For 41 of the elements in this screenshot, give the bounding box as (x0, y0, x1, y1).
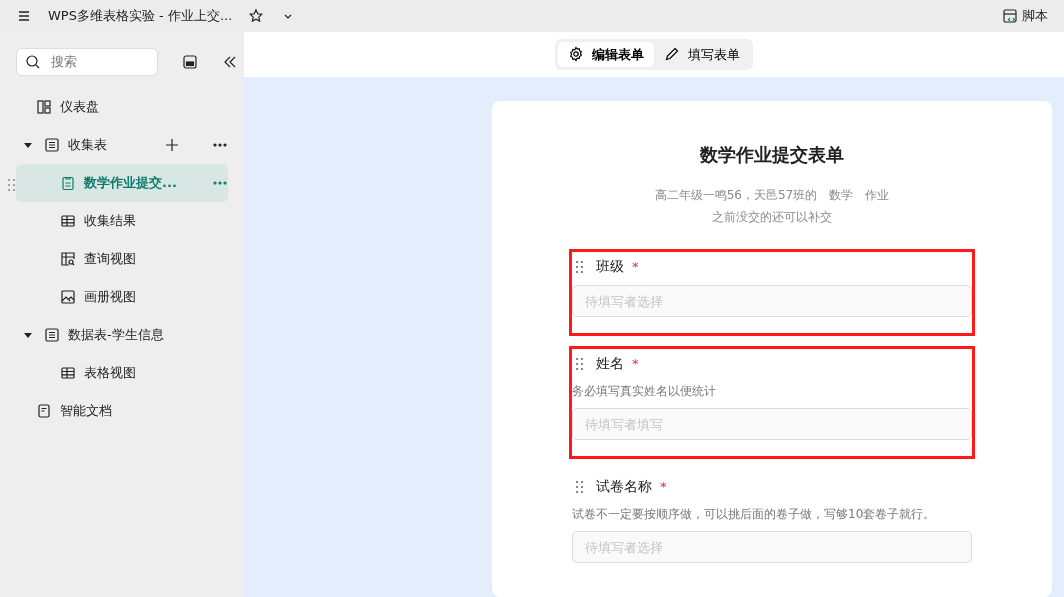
clipboard-icon (60, 174, 76, 191)
mode-tab[interactable]: 填写表单 (654, 41, 750, 68)
search-field[interactable]: 搜索 (16, 47, 158, 76)
sidebar-item[interactable]: 数据表-学生信息 (16, 315, 228, 354)
sidebar-item[interactable]: 表格视图 (16, 353, 228, 392)
field-hint: 务必填写真实姓名以便统计 (572, 383, 717, 401)
field-label: 姓名 (596, 354, 624, 374)
panel-toggle-icon[interactable] (182, 53, 198, 70)
sidebar-item[interactable]: 画册视图 (16, 277, 228, 316)
mode-tab[interactable]: 编辑表单 (558, 41, 654, 68)
settings-icon (568, 46, 584, 63)
script-button[interactable]: 脚本 (1002, 6, 1048, 26)
search-input[interactable]: 搜索 (49, 50, 149, 73)
sidebar-item[interactable]: 智能文档 (16, 391, 228, 430)
form-description: 之前没交的还可以补交 (711, 209, 833, 227)
document-icon (36, 402, 52, 419)
required-mark: * (632, 257, 639, 276)
search-table-icon (60, 250, 76, 267)
form-title: 数学作业提交表单 (699, 143, 845, 168)
dashboard-icon (36, 98, 52, 115)
field-label: 试卷名称 (596, 477, 652, 497)
search-icon (25, 53, 41, 70)
sidebar-item[interactable]: 仪表盘 (16, 87, 228, 126)
list-sheet-icon (44, 136, 60, 153)
window-title: WPS多维表格实验 - 作业上交... (48, 7, 233, 26)
add-icon[interactable] (164, 136, 180, 153)
sidebar-item[interactable]: 查询视图 (16, 239, 228, 278)
script-icon (1002, 7, 1018, 24)
list-sheet-icon (44, 326, 60, 343)
image-icon (60, 288, 76, 305)
pencil-icon (664, 46, 680, 63)
required-mark: * (632, 354, 639, 373)
form-description: 高二年级一鸣56，天邑57班的 数学 作业 (653, 187, 891, 205)
star-icon[interactable] (248, 7, 265, 24)
required-mark: * (660, 477, 667, 496)
field-hint: 试卷不一定要按顺序做，可以挑后面的卷子做，写够10套卷子就行。 (572, 506, 937, 524)
sidebar-item[interactable]: 收集结果 (16, 201, 228, 240)
table-icon (60, 212, 76, 229)
field-label: 班级 (596, 257, 624, 277)
table-icon (60, 364, 76, 381)
sidebar-item[interactable]: 收集表 (16, 125, 228, 164)
